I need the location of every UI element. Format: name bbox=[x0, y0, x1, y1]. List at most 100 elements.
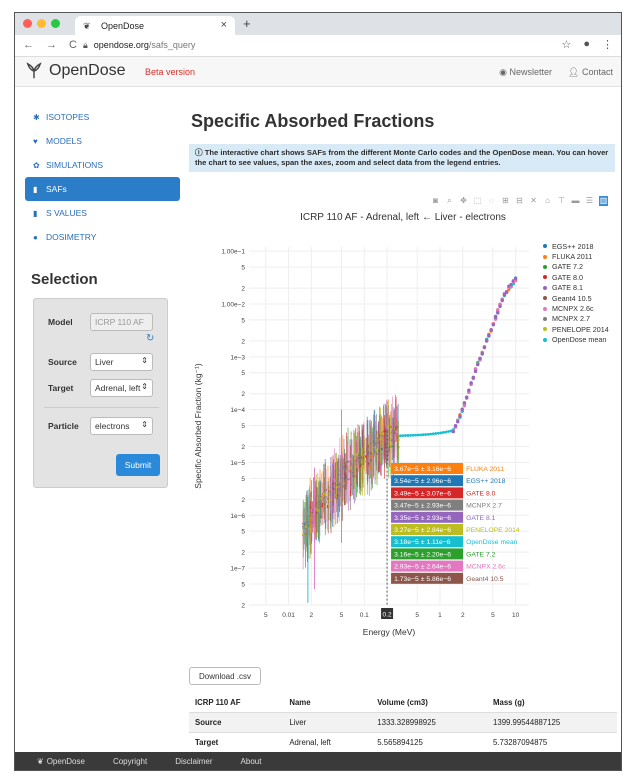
data-point bbox=[471, 375, 476, 380]
legend-label: FLUKA 2011 bbox=[552, 252, 593, 262]
reload-icon[interactable]: C bbox=[69, 39, 77, 51]
data-point bbox=[456, 420, 460, 424]
data-point bbox=[489, 328, 493, 332]
y-tick-label: 1e−5 bbox=[230, 460, 245, 467]
pan-icon[interactable]: ✥ bbox=[459, 196, 468, 206]
sidebar-item-dosimetry[interactable]: ● DOSIMETRY bbox=[25, 225, 180, 249]
data-point bbox=[480, 351, 484, 356]
sidebar-item-models[interactable]: ♥ MODELS bbox=[25, 129, 180, 153]
lasso-icon[interactable]: ◌ bbox=[487, 196, 496, 206]
legend-item[interactable]: Geant4 10.5 bbox=[543, 293, 609, 303]
row-label: Target bbox=[189, 732, 284, 753]
camera-icon[interactable]: ◙ bbox=[431, 196, 440, 206]
data-point bbox=[398, 434, 402, 438]
target-label: Target bbox=[48, 383, 74, 393]
legend-item[interactable]: MCNPX 2.6c bbox=[543, 303, 609, 313]
hover-label-name: MCNPX 2.7 bbox=[466, 503, 502, 510]
hover-closest-icon[interactable]: ▬ bbox=[571, 196, 580, 206]
close-tab-icon[interactable]: × bbox=[221, 19, 227, 31]
heart-icon: ♥ bbox=[33, 136, 38, 146]
maximize-window-button[interactable] bbox=[51, 19, 60, 28]
legend-swatch bbox=[543, 306, 547, 311]
legend-label: GATE 7.2 bbox=[552, 262, 584, 272]
window-controls bbox=[23, 19, 60, 28]
forward-arrow-icon[interactable]: → bbox=[46, 39, 57, 51]
site-logo[interactable]: OpenDose bbox=[25, 62, 126, 80]
legend-swatch bbox=[543, 337, 547, 342]
download-csv-button[interactable]: Download .csv bbox=[189, 667, 261, 685]
legend-item[interactable]: EGS++ 2018 bbox=[543, 241, 609, 251]
y-tick-label: 2 bbox=[241, 497, 245, 504]
home-icon[interactable]: ⌂ bbox=[543, 196, 552, 206]
contact-link[interactable]: 👤︎ Contact bbox=[568, 67, 613, 78]
column-header: Name bbox=[289, 698, 311, 707]
legend-item[interactable]: OpenDose mean bbox=[543, 335, 609, 345]
x-tick-label: 5 bbox=[491, 612, 495, 619]
footer-link-disclaimer[interactable]: Disclaimer bbox=[175, 757, 212, 766]
legend-item[interactable]: GATE 8.1 bbox=[543, 283, 609, 293]
newsletter-link[interactable]: ◉ Newsletter bbox=[499, 67, 552, 78]
site-footer: ❦ OpenDose Copyright Disclaimer About bbox=[15, 752, 621, 770]
legend-item[interactable]: MCNPX 2.7 bbox=[543, 314, 609, 324]
source-select[interactable]: Liver ⇕ bbox=[90, 353, 153, 371]
sidebar-item-simulations[interactable]: ✿ SIMULATIONS bbox=[25, 153, 180, 177]
legend-item[interactable]: GATE 7.2 bbox=[543, 262, 609, 272]
bookmark-star-icon[interactable]: ☆ bbox=[561, 38, 571, 51]
browser-tab[interactable]: ❦ OpenDose × bbox=[75, 16, 235, 35]
footer-link-about[interactable]: About bbox=[241, 757, 262, 766]
legend-label: PENELOPE 2014 bbox=[552, 324, 609, 334]
legend-item[interactable]: GATE 8.0 bbox=[543, 272, 609, 282]
sidebar-item-safs[interactable]: ▮ SAFs bbox=[25, 177, 180, 201]
hover-label-value: 3.35e−5 ± 2.93e−6 bbox=[394, 515, 451, 522]
sidebar-item-s-values[interactable]: ▮ S VALUES bbox=[25, 201, 180, 225]
spike-lines-icon[interactable]: ⊤ bbox=[557, 196, 566, 206]
hover-label-value: 3.16e−5 ± 2.20e−6 bbox=[394, 551, 451, 558]
legend-swatch bbox=[543, 327, 547, 332]
minimize-window-button[interactable] bbox=[37, 19, 46, 28]
data-point bbox=[335, 486, 338, 489]
submit-button[interactable]: Submit bbox=[116, 454, 160, 476]
more-menu-icon[interactable]: ⋮ bbox=[602, 38, 613, 51]
plotly-logo-icon[interactable]: ▥ bbox=[599, 196, 608, 206]
footer-link-copyright[interactable]: Copyright bbox=[113, 757, 147, 766]
hover-label-name: Geant4 10.5 bbox=[466, 576, 504, 583]
data-point bbox=[372, 439, 376, 443]
zoom-out-icon[interactable]: ⊟ bbox=[515, 196, 524, 206]
target-select[interactable]: Adrenal, left ⇕ bbox=[90, 379, 153, 397]
site-header: OpenDose Beta version ◉ Newsletter 👤︎ Co… bbox=[15, 57, 621, 87]
hover-compare-icon[interactable]: ☰ bbox=[585, 196, 594, 206]
new-tab-button[interactable]: + bbox=[243, 16, 251, 31]
hover-label-value: 1.73e−5 ± 5.86e−6 bbox=[394, 576, 451, 583]
legend-item[interactable]: FLUKA 2011 bbox=[543, 251, 609, 261]
particle-select[interactable]: electrons ⇕ bbox=[90, 417, 153, 435]
y-tick-label: 2 bbox=[241, 550, 245, 557]
url-host: opendose.org bbox=[93, 40, 149, 50]
lock-icon: 🔒︎ bbox=[83, 40, 88, 50]
data-point bbox=[473, 369, 478, 374]
data-point bbox=[327, 504, 331, 507]
row-label: Source bbox=[189, 712, 284, 733]
info-icon: ⓘ bbox=[195, 148, 205, 157]
data-point bbox=[350, 467, 353, 470]
legend-item[interactable]: PENELOPE 2014 bbox=[543, 324, 609, 334]
data-point bbox=[379, 437, 382, 440]
legend-label: MCNPX 2.7 bbox=[552, 314, 590, 324]
back-arrow-icon[interactable]: ← bbox=[23, 39, 34, 51]
box-select-icon[interactable]: ⬚ bbox=[473, 196, 482, 206]
data-point bbox=[460, 407, 464, 411]
data-point bbox=[496, 308, 500, 312]
close-window-button[interactable] bbox=[23, 19, 32, 28]
model-field[interactable]: ICRP 110 AF bbox=[90, 313, 153, 331]
profile-icon[interactable]: ● bbox=[583, 38, 590, 51]
data-point bbox=[458, 414, 462, 418]
data-point bbox=[419, 433, 423, 437]
data-point bbox=[504, 290, 509, 294]
data-point bbox=[406, 434, 410, 437]
autoscale-icon[interactable]: ✕ bbox=[529, 196, 538, 206]
url-field[interactable]: 🔒︎ opendose.org/safs_query bbox=[83, 40, 195, 51]
zoom-icon[interactable]: ⌕ bbox=[445, 196, 454, 206]
sidebar-item-isotopes[interactable]: ✱ ISOTOPES bbox=[25, 105, 180, 129]
refresh-icon[interactable]: ↻ bbox=[146, 333, 154, 344]
zoom-in-icon[interactable]: ⊞ bbox=[501, 196, 510, 206]
footer-brand[interactable]: ❦ OpenDose bbox=[37, 757, 85, 766]
